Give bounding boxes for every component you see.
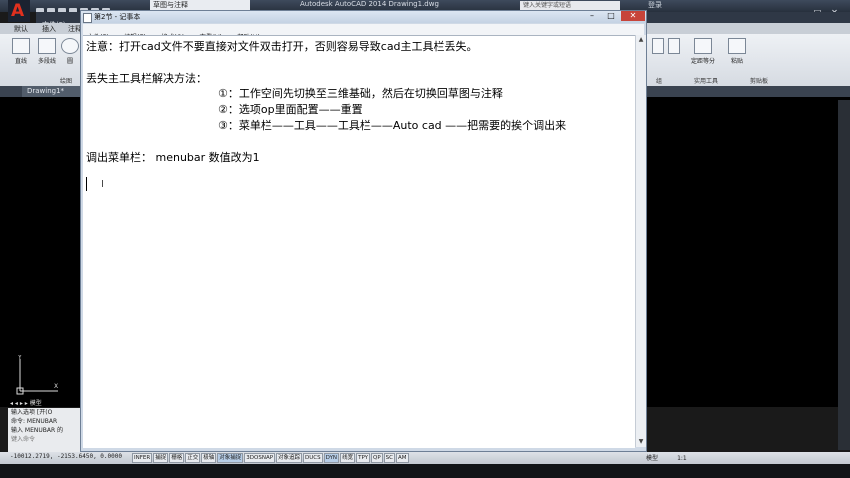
command-window[interactable]: 输入选项 [开(O 命令: MENUBAR 输入 MENUBAR 的 键入命令 (8, 408, 86, 452)
tool-icon (668, 38, 680, 54)
svg-text:Y: Y (17, 355, 22, 361)
paste-label: 粘贴 (730, 58, 743, 65)
ibeam-cursor-icon: I (101, 179, 104, 190)
text-line: ③：菜单栏——工具——工具栏——Auto cad ——把需要的挨个调出来 (218, 119, 567, 132)
status-toggle[interactable]: TPY (356, 453, 370, 463)
text-line: 注意：打开cad文件不要直接对文件双击打开，否则容易导致cad主工具栏丢失。 (86, 40, 478, 53)
text-line: 丢失主工具栏解决方法： (86, 72, 207, 85)
status-toggle[interactable]: 栅格 (169, 453, 185, 463)
tab-drawing1[interactable]: Drawing1* (22, 86, 82, 97)
model-tab[interactable]: ◂ ◂ ▸ ▸ 模型 (10, 398, 80, 407)
autocad-window-controls: –□✕ (792, 0, 850, 17)
minimize-icon[interactable]: – (583, 11, 601, 21)
clipboard-panel-label: 剪贴板 (750, 78, 769, 85)
canvas-scrollbar[interactable] (838, 100, 850, 450)
text-caret (86, 177, 87, 191)
status-toggle[interactable]: DYN (323, 453, 340, 463)
paste-button[interactable]: 粘贴 (725, 38, 749, 65)
group-panel-label: 组 (656, 78, 663, 85)
svg-text:X: X (54, 383, 58, 390)
draw-group-label: 绘图 (60, 78, 73, 85)
utilities-panel-label: 实用工具 (694, 78, 719, 85)
measure-label: 定距等分 (690, 58, 715, 65)
line-label: 直线 (14, 58, 27, 65)
group-button[interactable] (651, 38, 665, 56)
right-ribbon-tools: 定距等分 粘贴 (651, 38, 761, 78)
notepad-window-controls: – □ ✕ (583, 11, 645, 22)
tab-default[interactable]: 默认 (14, 24, 28, 34)
status-toggle[interactable]: DUCS (303, 453, 323, 463)
status-toggle[interactable]: SC (383, 453, 395, 463)
circle-button[interactable]: 圆 (60, 38, 80, 65)
notepad-menu-bar: 文件(F) 编辑(E) 格式(O) 查看(V) 帮助(H) (83, 24, 644, 41)
circle-label: 圆 (66, 58, 73, 65)
autocad-logo-icon[interactable]: A (8, 0, 30, 22)
ucs-icon: Y X (12, 354, 62, 395)
group-icon (652, 38, 664, 54)
status-toggle[interactable]: 极轴 (201, 453, 217, 463)
status-toggle[interactable]: AM (396, 453, 409, 463)
status-toggle[interactable]: 捕捉 (153, 453, 169, 463)
status-bar (0, 452, 850, 464)
status-right: 模型 1:1 (646, 453, 687, 462)
model-tab-label: 模型 (29, 400, 42, 407)
circle-icon (61, 38, 79, 54)
status-toggle[interactable]: QP (371, 453, 383, 463)
text-line: ①：工作空间先切换至三维基础，然后在切换回草图与注释 (218, 87, 503, 100)
command-history-line: 命令: MENUBAR (11, 418, 58, 425)
text-line: ②：选项op里面配置——重置 (218, 103, 363, 116)
status-toggles: INFER 捕捉 栅格 正交 极轴 对象捕捉 3DOSNAP 对象追踪 DUCS DYN 线宽 TPY… (132, 453, 410, 463)
model-space-button[interactable]: 模型 (646, 455, 658, 462)
text-line: 调出菜单栏： menubar 数值改为1 (86, 151, 260, 164)
line-icon (12, 38, 30, 54)
notepad-scrollbar[interactable]: ▲ ▼ (635, 35, 646, 447)
command-history-line: 输入 MENUBAR 的 (11, 427, 64, 434)
status-toggle[interactable]: 对象追踪 (276, 453, 303, 463)
status-toggle[interactable]: 正交 (185, 453, 201, 463)
polyline-icon (38, 38, 56, 54)
status-toggle[interactable]: 3DOSNAP (244, 453, 276, 463)
status-toggle[interactable]: 对象捕捉 (217, 453, 244, 463)
notepad-title-bar[interactable] (81, 11, 646, 23)
notepad-icon[interactable] (83, 13, 92, 23)
tab-insert[interactable]: 插入 (42, 24, 56, 34)
polyline-button[interactable]: 多段线 (34, 38, 60, 65)
command-history-line: 输入选项 [开(O (11, 409, 53, 416)
measure-icon (694, 38, 712, 54)
polyline-label: 多段线 (37, 58, 56, 65)
line-button[interactable]: 直线 (8, 38, 34, 65)
login-link[interactable]: 登录 (648, 0, 662, 10)
close-icon[interactable]: ✕ (621, 11, 645, 21)
status-toggle[interactable]: 线宽 (340, 453, 356, 463)
paste-icon (728, 38, 746, 54)
notepad-title: 第2节 - 记事本 (94, 13, 141, 21)
measure-button[interactable]: 定距等分 (685, 38, 721, 65)
autocad-title-text: Autodesk AutoCAD 2014 Drawing1.dwg (300, 0, 439, 8)
tool-button[interactable] (667, 38, 681, 56)
status-toggle[interactable]: INFER (132, 453, 153, 463)
coordinate-readout: -10012.2719, -2153.6450, 0.0000 (10, 453, 122, 460)
maximize-icon[interactable]: □ (602, 11, 620, 21)
annotation-scale[interactable]: 1:1 (677, 455, 687, 462)
command-input[interactable]: 键入命令 (11, 435, 86, 444)
scroll-down-icon[interactable]: ▼ (637, 438, 645, 446)
scroll-up-icon[interactable]: ▲ (637, 36, 645, 44)
taskbar (0, 464, 850, 478)
